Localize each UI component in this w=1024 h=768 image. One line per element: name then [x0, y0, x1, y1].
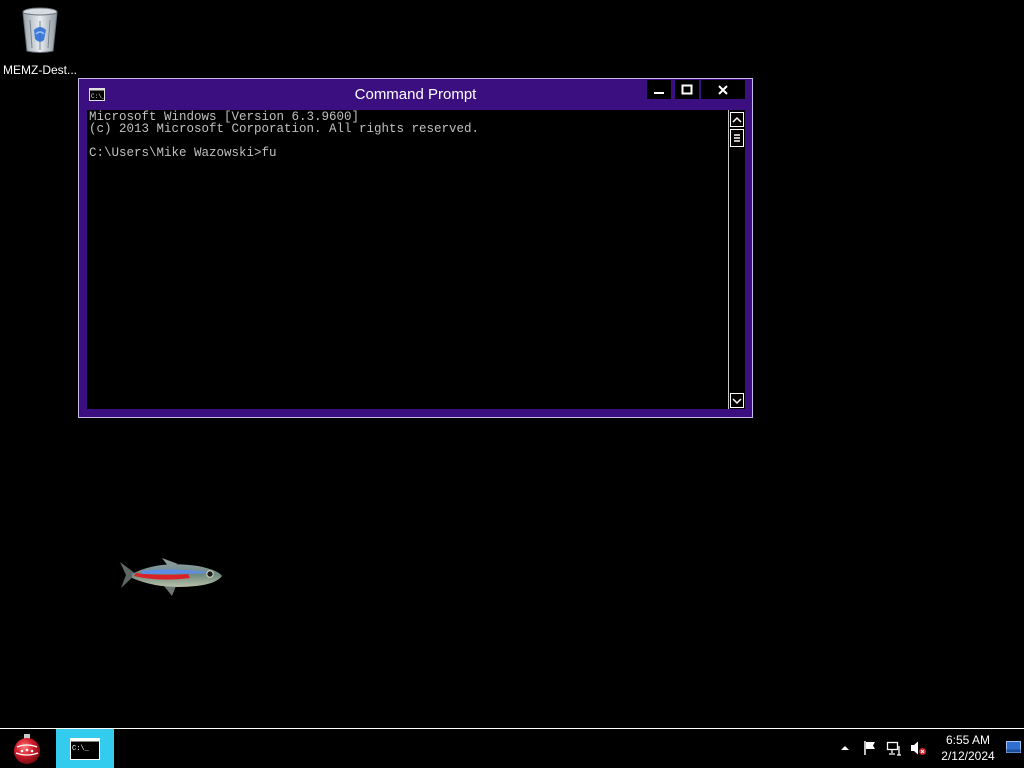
grip-icon — [734, 134, 740, 142]
action-center-flag-icon — [864, 741, 875, 755]
action-center-button[interactable] — [860, 738, 880, 758]
console-line: (c) 2013 Microsoft Corporation. All righ… — [89, 122, 480, 136]
clock-time: 6:55 AM — [945, 733, 991, 747]
vertical-scrollbar[interactable] — [728, 110, 745, 409]
taskbar: C:\_ 6:55 AM 2/12/2024 — [0, 728, 1024, 768]
console-prompt-line: C:\Users\Mike Wazowski>fu — [89, 146, 277, 160]
volume-button[interactable] — [908, 738, 928, 758]
taskbar-clock[interactable]: 6:55 AM 2/12/2024 — [930, 732, 1006, 764]
start-orb-icon — [14, 734, 40, 764]
scroll-down-button[interactable] — [730, 393, 744, 408]
clock-date: 2/12/2024 — [941, 749, 995, 763]
scroll-up-button[interactable] — [730, 112, 744, 127]
minimize-button[interactable] — [647, 80, 671, 99]
show-hidden-icons-button[interactable] — [838, 738, 852, 758]
console-output-area[interactable]: Microsoft Windows [Version 6.3.9600] (c)… — [87, 110, 728, 409]
console-icon: C:\_ — [70, 737, 100, 760]
taskbar-item-command-prompt[interactable]: C:\_ — [56, 729, 114, 768]
network-button[interactable] — [884, 738, 904, 758]
recycle-bin-icon — [22, 7, 58, 53]
desktop-icon-label: MEMZ-Dest... — [3, 63, 77, 77]
fish-icon — [120, 558, 222, 596]
close-button[interactable] — [701, 80, 745, 99]
taskbar-item-label: C:\_ — [72, 745, 90, 753]
scrollbar-thumb[interactable] — [730, 129, 744, 147]
maximize-button[interactable] — [675, 80, 699, 99]
desktop-icon-memz-destructive[interactable]: MEMZ-Dest... — [2, 4, 78, 77]
start-button[interactable] — [4, 730, 50, 768]
network-icon — [886, 741, 901, 756]
show-desktop-icon[interactable] — [1006, 741, 1021, 753]
chevron-up-icon — [732, 116, 742, 123]
tray-chevron-up-icon — [841, 746, 849, 750]
maximize-icon — [681, 84, 693, 94]
console-text: Microsoft Windows [Version 6.3.9600] (c)… — [89, 111, 480, 160]
close-icon — [718, 84, 728, 95]
command-prompt-window[interactable]: C:\_ Command Prompt Microsoft Windows [V — [78, 78, 753, 418]
minimize-icon — [654, 91, 664, 94]
window-title-bar[interactable]: C:\_ Command Prompt — [79, 79, 752, 110]
volume-muted-icon — [911, 741, 926, 755]
desktop: MEMZ-Dest... C:\_ Command Prompt Microso… — [0, 0, 1024, 768]
chevron-down-icon — [732, 397, 742, 404]
